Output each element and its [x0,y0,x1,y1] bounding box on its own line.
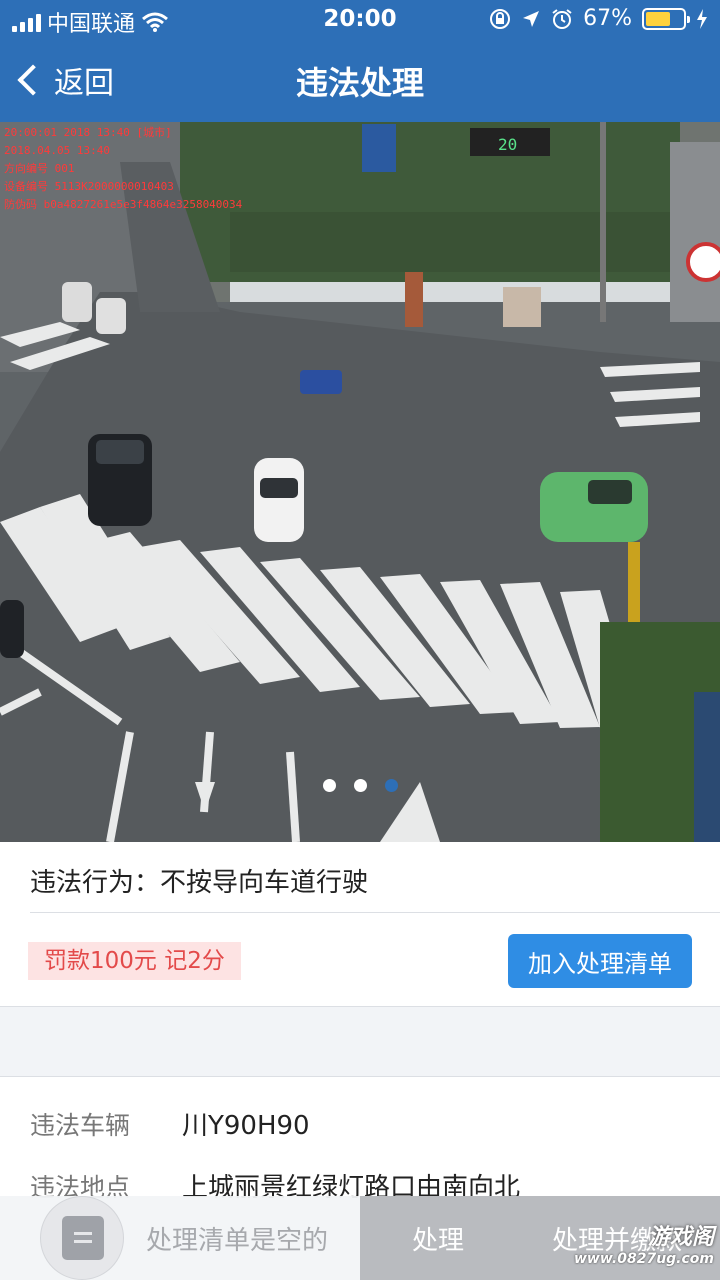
battery-icon [642,7,690,30]
vehicle-plate: 川Y90H90 [182,1111,310,1141]
process-list-button[interactable] [40,1196,124,1280]
carousel-indicator[interactable] [0,779,720,792]
site-watermark: 游戏阁 www.0827ug.com [544,1226,714,1268]
evidence-photo-carousel[interactable]: 20 20:00:01 2018 13:40 [城市] 2018.04.05 1… [0,122,720,842]
top-bar: 中国联通 20:00 67% 返回 违法处理 [0,0,720,122]
camera-overlay-line-3: 方向编号 001 [4,161,75,175]
intersection-photo: 20 20:00:01 2018 13:40 [城市] 2018.04.05 1… [0,122,720,842]
violation-card: 违法行为：不按导向车道行驶 罚款100元 记2分 加入处理清单 [0,842,720,1007]
page-title: 违法处理 [295,64,424,102]
camera-overlay-line-1: 20:00:01 2018 13:40 [城市] [4,125,172,139]
camera-overlay-line-5: 防伪码 b0a4827261e5e3f4864e3258040034 [4,197,243,211]
navigation-bar: 返回 违法处理 [0,40,720,122]
add-to-list-button[interactable]: 加入处理清单 [508,934,692,988]
signal-countdown: 20 [498,135,517,154]
watermark-title: 游戏阁 [647,1225,714,1250]
camera-overlay-line-2: 2018.04.05 13:40 [4,144,110,157]
camera-overlay-line-4: 设备编号 5113K2000000010403 [4,179,174,193]
vehicle-row: 违法车辆 川Y90H90 [30,1105,310,1142]
charging-icon [697,8,707,29]
violation-behavior: 违法行为：不按导向车道行驶 [30,868,369,898]
fine-points-badge: 罚款100元 记2分 [28,942,241,980]
vehicle-label: 违法车辆 [30,1110,131,1140]
carousel-dot[interactable] [353,779,367,792]
status-bar: 中国联通 20:00 67% [0,0,720,40]
battery-percent: 67% [583,6,632,31]
divider [30,912,720,913]
watermark-url: www.0827ug.com [574,1251,714,1267]
alarm-icon [552,8,572,29]
process-button[interactable]: 处理 [412,1220,464,1257]
carousel-dot[interactable] [322,779,336,792]
list-empty-label: 处理清单是空的 [146,1226,329,1256]
list-icon [62,1216,104,1260]
process-list-summary[interactable]: 处理清单是空的 [0,1196,360,1280]
location-icon [523,10,540,27]
carousel-dot[interactable] [384,779,398,792]
rotation-lock-icon [490,8,511,29]
